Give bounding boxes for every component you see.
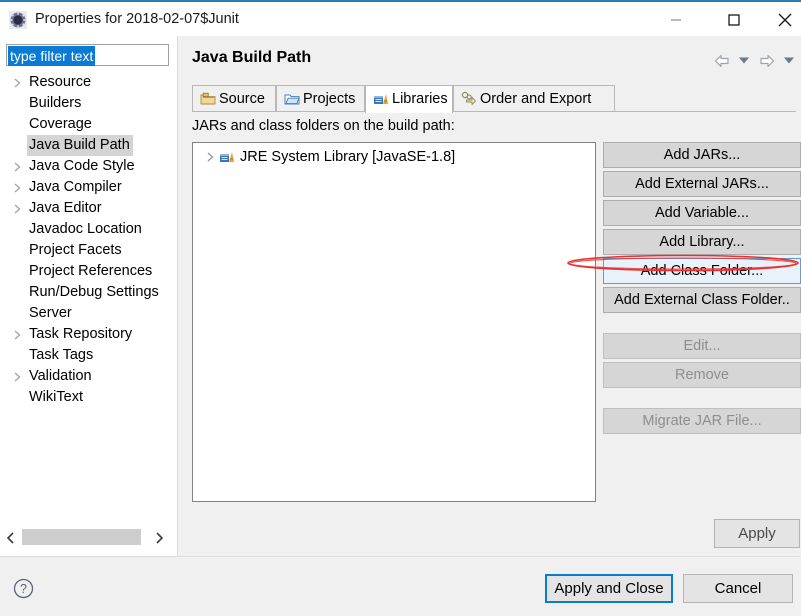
build-path-tabs: Source Projects Libraries Order and Export	[192, 85, 796, 113]
apply-button[interactable]: Apply	[714, 519, 800, 548]
sidebar-item-label: Task Tags	[29, 347, 94, 363]
tab-libraries[interactable]: Libraries	[365, 85, 453, 113]
sidebar-item-label: Java Build Path	[27, 135, 133, 156]
sidebar-item-wikitext[interactable]: WikiText	[0, 387, 177, 408]
tab-label: Source	[219, 91, 265, 107]
settings-sidebar: type filter text Resource Builders Coverag…	[0, 36, 177, 556]
sidebar-item-project-facets[interactable]: Project Facets	[0, 240, 177, 261]
chevron-left-icon[interactable]	[2, 525, 20, 551]
chevron-right-icon[interactable]	[11, 324, 23, 345]
back-menu-chevron-down-icon[interactable]	[736, 50, 752, 72]
add-external-class-folder-button[interactable]: Add External Class Folder..	[603, 287, 801, 313]
tab-source[interactable]: Source	[192, 85, 276, 112]
add-library-button[interactable]: Add Library...	[603, 229, 801, 255]
sidebar-item-label: Coverage	[29, 116, 92, 132]
settings-tree[interactable]: Resource Builders Coverage Java Build Path J…	[0, 72, 177, 520]
title-bar: Properties for 2018-02-07$Junit	[0, 0, 801, 36]
sidebar-item-label: Run/Debug Settings	[29, 284, 159, 300]
page-navigation	[712, 50, 797, 72]
sidebar-item-javadoc-location[interactable]: Javadoc Location	[0, 219, 177, 240]
source-folder-icon	[200, 91, 216, 107]
sidebar-item-java-editor[interactable]: Java Editor	[0, 198, 177, 219]
sidebar-item-label: Task Repository	[29, 326, 133, 342]
sidebar-item-run-debug-settings[interactable]: Run/Debug Settings	[0, 282, 177, 303]
minimize-button[interactable]	[653, 4, 699, 36]
chevron-right-icon[interactable]	[11, 366, 23, 387]
sidebar-item-label: Java Editor	[29, 200, 102, 216]
chevron-right-icon[interactable]	[11, 72, 23, 93]
library-icon	[219, 149, 235, 165]
filter-input[interactable]: type filter text	[6, 44, 169, 66]
sidebar-item-label: Builders	[29, 95, 82, 111]
add-external-jars-button[interactable]: Add External JARs...	[603, 171, 801, 197]
order-export-icon	[461, 91, 477, 107]
sidebar-item-label: Server	[29, 305, 72, 321]
filter-input-value: type filter text	[8, 46, 96, 66]
library-tree-row[interactable]: JRE System Library [JavaSE-1.8]	[193, 146, 595, 168]
chevron-right-icon[interactable]	[204, 146, 216, 168]
sidebar-item-label: Javadoc Location	[29, 221, 142, 237]
sidebar-item-label: Project Facets	[29, 242, 122, 258]
chevron-right-icon[interactable]	[11, 177, 23, 198]
sidebar-horizontal-scrollbar[interactable]	[0, 525, 177, 551]
edit-button: Edit...	[603, 333, 801, 359]
remove-button: Remove	[603, 362, 801, 388]
tab-underline	[192, 111, 796, 112]
chevron-right-icon[interactable]	[11, 156, 23, 177]
sidebar-item-java-compiler[interactable]: Java Compiler	[0, 177, 177, 198]
help-question-icon[interactable]: ?	[13, 578, 34, 599]
tab-label: Libraries	[392, 91, 448, 107]
sidebar-item-server[interactable]: Server	[0, 303, 177, 324]
sidebar-item-task-repository[interactable]: Task Repository	[0, 324, 177, 345]
add-variable-button[interactable]: Add Variable...	[603, 200, 801, 226]
tab-order-and-export[interactable]: Order and Export	[453, 85, 615, 112]
window-title: Properties for 2018-02-07$Junit	[35, 11, 239, 27]
libraries-tree[interactable]: JRE System Library [JavaSE-1.8]	[192, 142, 596, 502]
sidebar-item-label: Resource	[29, 74, 92, 90]
libraries-icon	[373, 91, 389, 107]
sidebar-item-project-references[interactable]: Project References	[0, 261, 177, 282]
sidebar-item-label: Java Compiler	[29, 179, 122, 195]
content-label: JARs and class folders on the build path…	[192, 118, 455, 134]
arrow-forward-icon[interactable]	[757, 50, 777, 72]
sidebar-item-label: WikiText	[29, 389, 83, 405]
tab-label: Projects	[303, 91, 356, 107]
tab-label: Order and Export	[480, 91, 592, 107]
sidebar-item-task-tags[interactable]: Task Tags	[0, 345, 177, 366]
dialog-footer: ? Apply and Close Cancel	[0, 556, 801, 616]
sidebar-item-validation[interactable]: Validation	[0, 366, 177, 387]
sidebar-item-label: Java Code Style	[29, 158, 135, 174]
settings-page: Java Build Path Source Projects Libraries O…	[178, 36, 801, 556]
scrollbar-thumb[interactable]	[22, 529, 141, 545]
sidebar-item-builders[interactable]: Builders	[0, 93, 177, 114]
tab-projects[interactable]: Projects	[276, 85, 365, 112]
close-button[interactable]	[769, 4, 801, 36]
sidebar-item-java-code-style[interactable]: Java Code Style	[0, 156, 177, 177]
add-jars-button[interactable]: Add JARs...	[603, 142, 801, 168]
sidebar-item-resource[interactable]: Resource	[0, 72, 177, 93]
arrow-back-icon[interactable]	[712, 50, 732, 72]
sidebar-item-label: Validation	[29, 368, 92, 384]
sidebar-item-coverage[interactable]: Coverage	[0, 114, 177, 135]
eclipse-properties-icon	[9, 11, 27, 29]
chevron-right-icon[interactable]	[11, 198, 23, 219]
page-title: Java Build Path	[192, 49, 312, 66]
svg-text:?: ?	[20, 582, 27, 596]
sidebar-item-label: Project References	[29, 263, 153, 279]
properties-dialog: Properties for 2018-02-07$Junit type fil…	[0, 0, 801, 616]
projects-folder-icon	[284, 91, 300, 107]
apply-and-close-button[interactable]: Apply and Close	[545, 574, 673, 603]
sidebar-item-java-build-path[interactable]: Java Build Path	[0, 135, 177, 156]
maximize-button[interactable]	[711, 4, 757, 36]
chevron-right-icon[interactable]	[150, 525, 168, 551]
cancel-button[interactable]: Cancel	[683, 574, 793, 603]
add-class-folder-button[interactable]: Add Class Folder...	[603, 258, 801, 284]
library-tree-label: JRE System Library [JavaSE-1.8]	[240, 149, 456, 165]
migrate-jar-file-button: Migrate JAR File...	[603, 408, 801, 434]
forward-menu-chevron-down-icon[interactable]	[781, 50, 797, 72]
